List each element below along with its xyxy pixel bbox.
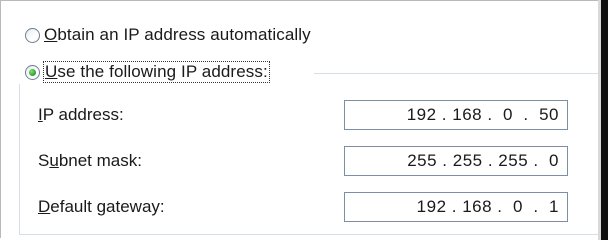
obtain-ip-automatically-radio[interactable] <box>25 27 40 43</box>
subnet-mask-input[interactable]: 255 . 255 . 255 . 0 <box>344 146 568 176</box>
use-following-ip-option[interactable]: Use the following IP address: <box>25 60 270 84</box>
window-edge <box>598 0 608 240</box>
ip-address-label: IP address: <box>38 105 124 124</box>
obtain-ip-automatically-option[interactable]: Obtain an IP address automatically <box>25 23 311 47</box>
ip-address-input[interactable]: 192 . 168 . 0 . 50 <box>344 100 568 130</box>
default-gateway-label: Default gateway: <box>38 197 165 216</box>
default-gateway-input[interactable]: 192 . 168 . 0 . 1 <box>344 192 568 222</box>
use-following-ip-radio[interactable] <box>25 64 40 80</box>
subnet-mask-label: Subnet mask: <box>38 151 142 170</box>
use-following-ip-label[interactable]: Use the following IP address: <box>43 61 270 83</box>
obtain-ip-automatically-label[interactable]: Obtain an IP address automatically <box>44 25 311 45</box>
